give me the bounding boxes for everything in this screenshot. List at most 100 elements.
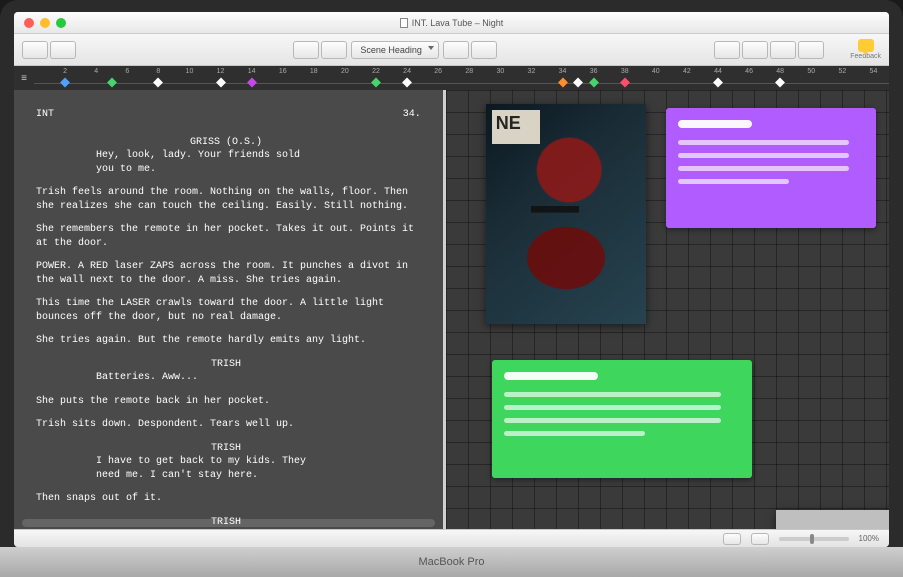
timeline-tick: 30	[496, 68, 504, 75]
character-cue: GRISS (O.S.)	[136, 136, 316, 150]
page-number: 34.	[403, 108, 421, 122]
laptop-frame: INT. Lava Tube – Night Scene Heading	[0, 0, 903, 577]
timeline-tick: 44	[714, 68, 722, 75]
timeline-marker[interactable]	[558, 78, 568, 88]
toolbar-button-2[interactable]	[50, 41, 76, 59]
timeline-marker[interactable]	[775, 78, 785, 88]
timeline-marker[interactable]	[247, 78, 257, 88]
timeline-ruler[interactable]: ≡ 24681012141618202224262830323436384042…	[14, 66, 889, 90]
timeline-menu-icon[interactable]: ≡	[14, 66, 34, 90]
fullscreen-window-button[interactable]	[56, 18, 66, 28]
timeline-tick: 10	[186, 68, 194, 75]
action-line: She puts the remote back in her pocket.	[36, 395, 421, 409]
timeline-tick: 26	[434, 68, 442, 75]
toolbar-button-8[interactable]	[742, 41, 768, 59]
timeline-marker[interactable]	[60, 78, 70, 88]
timeline-tick: 36	[590, 68, 598, 75]
document-title-text: INT. Lava Tube – Night	[412, 18, 504, 28]
zoom-slider[interactable]	[779, 537, 849, 541]
minimize-window-button[interactable]	[40, 18, 50, 28]
horizontal-scrollbar[interactable]	[22, 519, 435, 527]
timeline-tick: 38	[621, 68, 629, 75]
laptop-brand-label: MacBook Pro	[418, 556, 484, 568]
feedback-button[interactable]: Feedback	[850, 39, 881, 60]
view-mode-button-2[interactable]	[751, 533, 769, 545]
timeline-tick: 20	[341, 68, 349, 75]
toolbar-button-4[interactable]	[321, 41, 347, 59]
timeline-tick: 12	[217, 68, 225, 75]
timeline-marker[interactable]	[620, 78, 630, 88]
dialogue-line: Hey, look, lady. Your friends sold you t…	[96, 149, 316, 176]
document-title: INT. Lava Tube – Night	[400, 18, 504, 28]
timeline-marker[interactable]	[402, 78, 412, 88]
timeline-tick: 50	[807, 68, 815, 75]
script-editor[interactable]: INT 34. GRISS (O.S.)Hey, look, lady. You…	[14, 90, 443, 529]
titlebar: INT. Lava Tube – Night	[14, 12, 889, 34]
action-line: She remembers the remote in her pocket. …	[36, 223, 421, 250]
timeline-tick: 42	[683, 68, 691, 75]
timeline-marker[interactable]	[589, 78, 599, 88]
timeline-marker[interactable]	[107, 78, 117, 88]
laptop-base: MacBook Pro	[0, 547, 903, 577]
status-bar: 100%	[14, 529, 889, 547]
timeline-tick: 16	[279, 68, 287, 75]
character-cue: TRISH	[136, 358, 316, 372]
element-format-select[interactable]: Scene Heading	[351, 41, 439, 59]
view-mode-button-1[interactable]	[723, 533, 741, 545]
note-line-placeholder	[678, 179, 790, 184]
timeline-tick: 48	[776, 68, 784, 75]
toolbar-button-10[interactable]	[798, 41, 824, 59]
toolbar-button-3[interactable]	[293, 41, 319, 59]
background-signage	[492, 110, 540, 144]
note-title-placeholder	[678, 120, 752, 128]
action-line: Trish sits down. Despondent. Tears well …	[36, 418, 421, 432]
document-icon	[400, 18, 408, 28]
reference-image-man-jacket[interactable]	[776, 510, 889, 529]
timeline-tick: 52	[838, 68, 846, 75]
timeline-tick: 6	[125, 68, 129, 75]
toolbar: Scene Heading Feedback	[14, 34, 889, 66]
timeline-tick: 40	[652, 68, 660, 75]
note-title-placeholder	[504, 372, 598, 380]
note-line-placeholder	[504, 405, 721, 410]
note-line-placeholder	[678, 140, 849, 145]
note-line-placeholder	[678, 166, 849, 171]
main-split: INT 34. GRISS (O.S.)Hey, look, lady. You…	[14, 90, 889, 529]
character-cue: TRISH	[136, 442, 316, 456]
element-format-label: Scene Heading	[360, 45, 422, 55]
zoom-level: 100%	[859, 534, 879, 543]
timeline-tick: 54	[870, 68, 878, 75]
reference-image-masked-character[interactable]	[486, 104, 646, 324]
timeline-marker[interactable]	[216, 78, 226, 88]
note-line-placeholder	[504, 392, 721, 397]
timeline-tick: 34	[559, 68, 567, 75]
dialogue-line: I have to get back to my kids. They need…	[96, 455, 316, 482]
action-line: She tries again. But the remote hardly e…	[36, 334, 421, 348]
toolbar-button-5[interactable]	[443, 41, 469, 59]
note-line-placeholder	[678, 153, 849, 158]
cork-board[interactable]	[443, 90, 889, 529]
app-window: INT. Lava Tube – Night Scene Heading	[14, 12, 889, 547]
toolbar-button-7[interactable]	[714, 41, 740, 59]
timeline-tick: 14	[248, 68, 256, 75]
toolbar-button-1[interactable]	[22, 41, 48, 59]
window-controls	[14, 18, 66, 28]
timeline-tick: 24	[403, 68, 411, 75]
action-line: POWER. A RED laser ZAPS across the room.…	[36, 260, 421, 287]
slugline: INT	[36, 108, 54, 122]
note-purple[interactable]	[666, 108, 876, 228]
timeline-marker[interactable]	[573, 78, 583, 88]
timeline-marker[interactable]	[153, 78, 163, 88]
action-line: This time the LASER crawls toward the do…	[36, 297, 421, 324]
timeline-marker[interactable]	[371, 78, 381, 88]
close-window-button[interactable]	[24, 18, 34, 28]
timeline-tick: 32	[528, 68, 536, 75]
timeline-marker[interactable]	[713, 78, 723, 88]
note-green[interactable]	[492, 360, 752, 478]
action-line: Trish feels around the room. Nothing on …	[36, 186, 421, 213]
timeline-tick: 46	[745, 68, 753, 75]
dialogue-line: Batteries. Aww...	[96, 371, 316, 385]
timeline-tick: 4	[94, 68, 98, 75]
toolbar-button-9[interactable]	[770, 41, 796, 59]
toolbar-button-6[interactable]	[471, 41, 497, 59]
